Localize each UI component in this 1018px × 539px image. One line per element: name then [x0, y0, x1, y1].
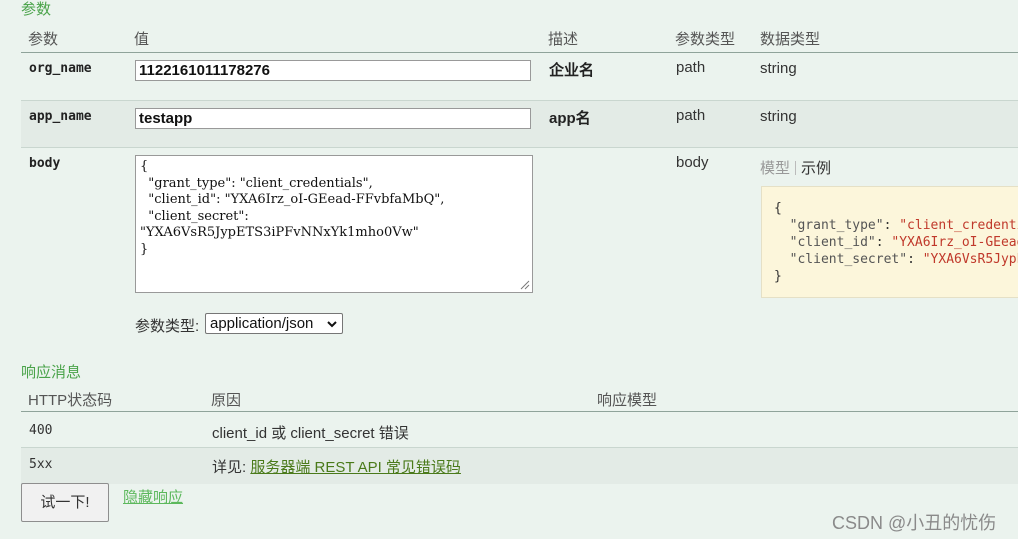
- org-name-input[interactable]: 1122161011178276: [135, 60, 531, 81]
- response-reason-400: client_id 或 client_secret 错误: [212, 425, 409, 442]
- tab-model[interactable]: 模型: [760, 160, 790, 177]
- content-type-value: application/json: [210, 315, 314, 332]
- tab-divider: [795, 161, 797, 175]
- column-header-http-status: HTTP状态码: [28, 392, 113, 409]
- param-type-org-name: path: [676, 59, 706, 76]
- sample-key-grant-type: "grant_type": [789, 218, 884, 233]
- params-section-title: 参数: [21, 1, 52, 18]
- tab-example[interactable]: 示例: [801, 160, 831, 177]
- param-description-org-name: 企业名: [549, 62, 595, 79]
- param-description-app-name: app名: [549, 110, 591, 127]
- params-table-header: 参数 值 描述 参数类型 数据类型: [21, 22, 1018, 53]
- column-header-response-model: 响应模型: [597, 392, 658, 409]
- response-row-5xx: [21, 448, 1018, 484]
- sample-value-client-secret: "YXA6VsR5JypETS3iPFvNNxYk1mho0Vw": [922, 252, 1018, 267]
- body-textarea[interactable]: { "grant_type": "client_credentials", "c…: [135, 155, 533, 293]
- content-type-select[interactable]: application/json: [205, 313, 343, 334]
- column-header-param: 参数: [28, 31, 59, 48]
- response-reason-5xx: 详见: 服务器端 REST API 常见错误码: [212, 456, 461, 477]
- param-name-body: body: [29, 156, 61, 171]
- data-type-org-name: string: [760, 60, 797, 77]
- body-tabs: 模型 示例: [760, 157, 831, 178]
- response-code-5xx: 5xx: [29, 457, 53, 472]
- param-name-org-name: org_name: [29, 61, 92, 76]
- try-it-button[interactable]: 试一下!: [21, 483, 109, 522]
- chevron-down-icon: [327, 321, 337, 328]
- sample-value-client-id: "YXA6Irz_oI-GEead-FFvbfaMbQ": [891, 235, 1018, 250]
- response-table-header: HTTP状态码 原因 响应模型: [21, 383, 1018, 412]
- sample-key-client-id: "client_id": [789, 235, 876, 250]
- app-name-input[interactable]: testapp: [135, 108, 531, 129]
- sample-brace-close: }: [774, 269, 782, 284]
- example-json-block: { "grant_type": "client_credentials", "c…: [761, 186, 1018, 298]
- sample-key-client-secret: "client_secret": [789, 252, 908, 267]
- response-section-title: 响应消息: [21, 364, 82, 381]
- param-name-app-name: app_name: [29, 109, 92, 124]
- data-type-app-name: string: [760, 108, 797, 125]
- response-code-400: 400: [29, 423, 53, 438]
- resize-handle-icon[interactable]: [520, 280, 530, 290]
- param-type-app-name: path: [676, 107, 706, 124]
- column-header-data-type: 数据类型: [760, 31, 821, 48]
- sample-value-grant-type: "client_credentials": [899, 218, 1018, 233]
- rest-api-error-codes-link[interactable]: 服务器端 REST API 常见错误码: [250, 459, 461, 476]
- column-header-param-type: 参数类型: [675, 31, 736, 48]
- csdn-watermark: CSDN @小丑的忧伤: [832, 513, 997, 533]
- content-type-label: 参数类型:: [135, 318, 200, 335]
- param-type-body: body: [676, 154, 709, 171]
- hide-response-link[interactable]: 隐藏响应: [123, 486, 183, 507]
- response-row-400: [21, 412, 1018, 448]
- sample-brace-open: {: [774, 201, 782, 216]
- column-header-reason: 原因: [211, 392, 242, 409]
- column-header-value: 值: [134, 31, 150, 48]
- response-reason-prefix: 详见:: [212, 459, 247, 476]
- column-header-description: 描述: [548, 31, 579, 48]
